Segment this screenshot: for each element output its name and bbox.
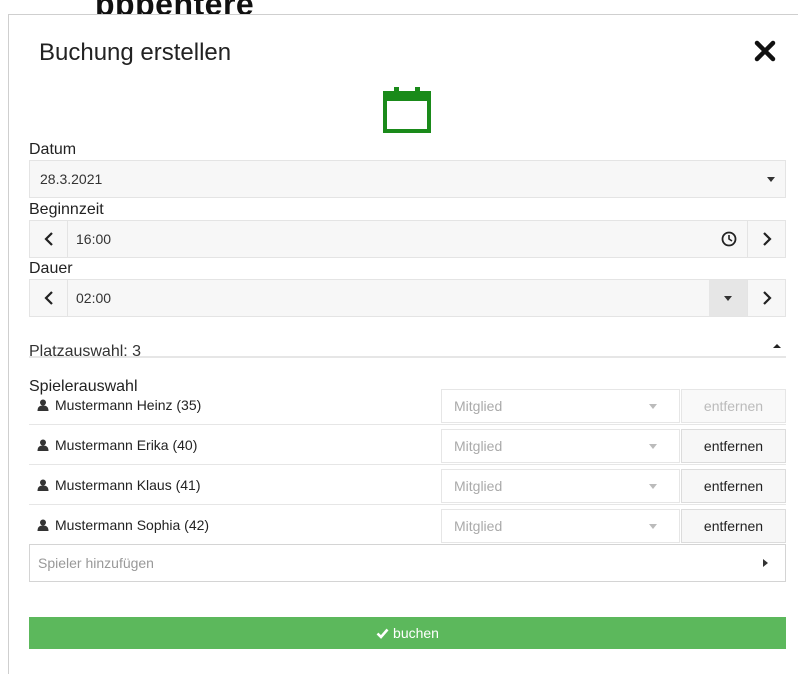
player-row: Mustermann Klaus (41) Mitglied entfernen bbox=[29, 465, 786, 505]
close-icon[interactable] bbox=[753, 39, 777, 63]
user-icon bbox=[37, 479, 49, 491]
dauer-stepper: 02:00 bbox=[29, 279, 786, 317]
book-button-label: buchen bbox=[393, 625, 439, 641]
chevron-down-icon bbox=[649, 484, 657, 489]
add-player-select[interactable]: Spieler hinzufügen bbox=[29, 544, 786, 582]
chevron-right-icon bbox=[763, 559, 768, 567]
player-type-value: Mitglied bbox=[454, 438, 503, 454]
beginnzeit-next-button[interactable] bbox=[747, 221, 785, 257]
player-type-value: Mitglied bbox=[454, 398, 503, 414]
player-name: Mustermann Sophia (42) bbox=[55, 517, 210, 533]
dialog-title: Buchung erstellen bbox=[39, 39, 232, 66]
chevron-down-icon bbox=[649, 404, 657, 409]
remove-player-button[interactable]: entfernen bbox=[681, 389, 786, 423]
beginnzeit-value: 16:00 bbox=[76, 231, 112, 247]
beginnzeit-stepper: 16:00 bbox=[29, 220, 786, 258]
player-type-select[interactable]: Mitglied bbox=[441, 469, 680, 503]
add-player-placeholder: Spieler hinzufügen bbox=[38, 555, 154, 571]
user-icon bbox=[37, 519, 49, 531]
player-type-value: Mitglied bbox=[454, 478, 503, 494]
platz-label: Platzauswahl: 3 bbox=[29, 343, 142, 360]
player-row: Mustermann Heinz (35) Mitglied entfernen bbox=[29, 385, 786, 425]
check-icon bbox=[376, 628, 389, 639]
player-name: Mustermann Klaus (41) bbox=[55, 477, 201, 493]
dauer-next-button[interactable] bbox=[747, 280, 785, 316]
chevron-right-icon bbox=[762, 232, 772, 246]
player-type-value: Mitglied bbox=[454, 518, 503, 534]
book-button[interactable]: buchen bbox=[29, 617, 786, 649]
beginnzeit-label: Beginnzeit bbox=[29, 201, 104, 218]
calendar-icon bbox=[383, 87, 431, 133]
chevron-down-icon bbox=[649, 524, 657, 529]
booking-dialog: Buchung erstellen Datum 28.3.2021 Beginn… bbox=[8, 14, 798, 674]
remove-player-button[interactable]: entfernen bbox=[681, 429, 786, 463]
remove-player-button[interactable]: entfernen bbox=[681, 469, 786, 503]
user-icon bbox=[37, 439, 49, 451]
datum-label: Datum bbox=[29, 141, 77, 158]
beginnzeit-prev-button[interactable] bbox=[30, 221, 68, 257]
datum-value: 28.3.2021 bbox=[40, 171, 103, 187]
player-row: Mustermann Sophia (42) Mitglied entferne… bbox=[29, 505, 786, 545]
player-name: Mustermann Heinz (35) bbox=[55, 397, 202, 413]
datum-select[interactable]: 28.3.2021 bbox=[29, 160, 786, 198]
chevron-down-icon bbox=[649, 444, 657, 449]
dauer-dropdown-button[interactable] bbox=[709, 280, 747, 316]
player-row: Mustermann Erika (40) Mitglied entfernen bbox=[29, 425, 786, 465]
chevron-left-icon bbox=[43, 291, 53, 305]
player-type-select[interactable]: Mitglied bbox=[441, 509, 680, 543]
clock-icon[interactable] bbox=[721, 231, 737, 247]
remove-player-button[interactable]: entfernen bbox=[681, 509, 786, 543]
chevron-up-icon[interactable] bbox=[771, 341, 783, 351]
player-type-select[interactable]: Mitglied bbox=[441, 389, 680, 423]
player-name: Mustermann Erika (40) bbox=[55, 437, 198, 453]
dauer-label: Dauer bbox=[29, 260, 73, 277]
divider bbox=[29, 356, 786, 358]
player-type-select[interactable]: Mitglied bbox=[441, 429, 680, 463]
chevron-right-icon bbox=[762, 291, 772, 305]
user-icon bbox=[37, 399, 49, 411]
dauer-value: 02:00 bbox=[76, 290, 112, 306]
dauer-prev-button[interactable] bbox=[30, 280, 68, 316]
chevron-down-icon bbox=[724, 295, 732, 301]
chevron-left-icon bbox=[43, 232, 53, 246]
chevron-down-icon bbox=[767, 177, 775, 182]
